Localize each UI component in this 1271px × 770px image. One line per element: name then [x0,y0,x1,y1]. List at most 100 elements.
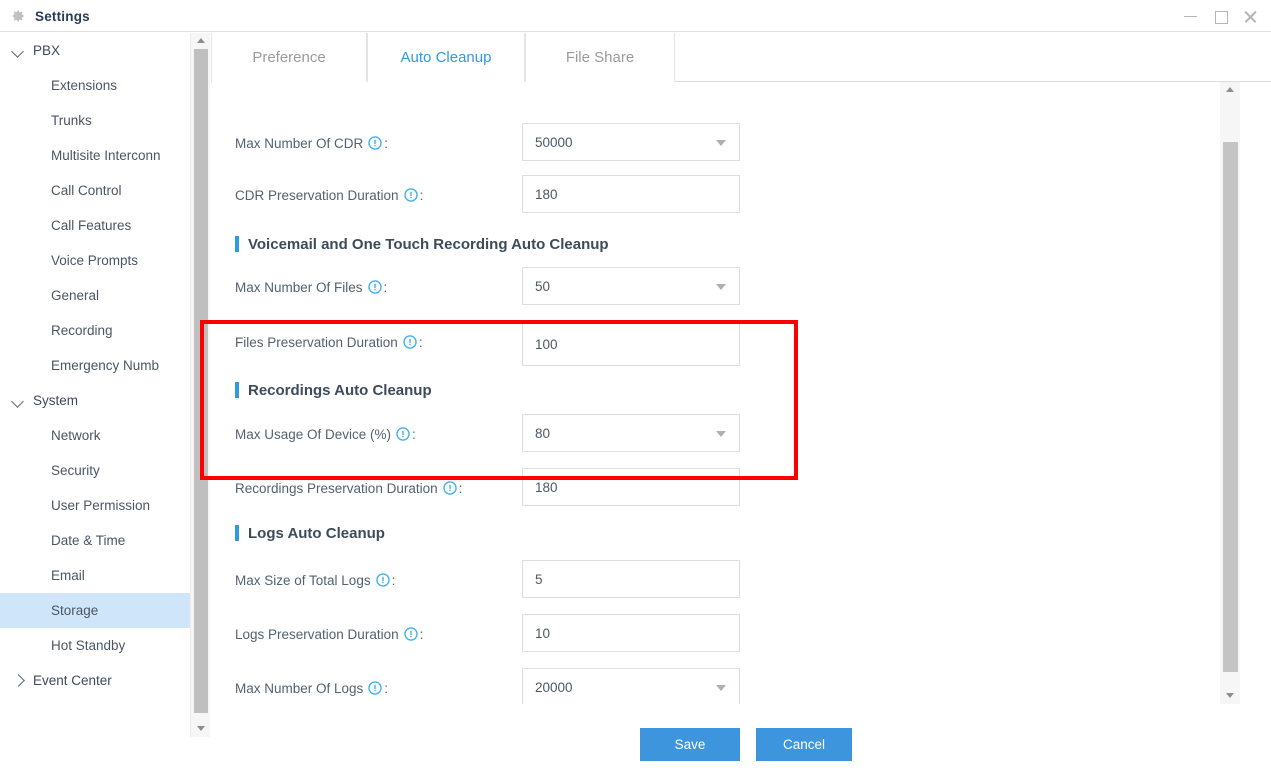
sidebar-item-label: Extensions [51,78,118,93]
sidebar-item-call-features[interactable]: Call Features [0,208,190,243]
triangle-down-icon [1226,693,1234,698]
sidebar-item-general[interactable]: General [0,278,190,313]
chevron-down-icon [12,394,26,408]
field-value: 100 [535,336,558,352]
sidebar-item-date-time[interactable]: Date & Time [0,523,190,558]
recordings-preservation-duration-input[interactable]: 180 [522,468,740,506]
max-number-of-cdr-select[interactable]: 50000 [522,123,740,161]
info-icon[interactable] [403,335,417,349]
field-label: Max Size of Total Logs : [235,560,395,600]
maximize-icon[interactable] [1214,10,1228,24]
field-label-colon: : [384,680,389,696]
max-usage-of-device-select[interactable]: 80 [522,414,740,452]
sidebar-scroll-thumb[interactable] [194,49,208,713]
sidebar-item-user-permission[interactable]: User Permission [0,488,190,523]
info-icon[interactable] [367,280,382,294]
cdr-preservation-duration-input[interactable]: 180 [522,175,740,213]
sidebar-group-event-center[interactable]: Event Center [0,663,190,698]
field-value: 50 [535,278,551,294]
field-label-text: CDR Preservation Duration [235,187,399,203]
sidebar-item-label: Trunks [51,113,92,128]
content-scrollbar[interactable] [1220,82,1240,704]
info-icon[interactable] [442,481,457,495]
sidebar-group-label: System [33,393,79,408]
logs-preservation-duration-input[interactable]: 10 [522,614,740,652]
sidebar-item-storage[interactable]: Storage [0,593,190,628]
tab-preference[interactable]: Preference [211,33,367,82]
field-label-text: Logs Preservation Duration [235,626,399,642]
sidebar-item-call-control[interactable]: Call Control [0,173,190,208]
triangle-down-icon [197,726,205,731]
sidebar-item-security[interactable]: Security [0,453,190,488]
sidebar-item-multisite-interconnect[interactable]: Multisite Interconn [0,138,190,173]
section-recordings-auto-cleanup: Recordings Auto Cleanup [235,375,432,405]
field-value: 180 [535,186,558,202]
max-number-of-logs-select[interactable]: 20000 [522,668,740,704]
field-label: Max Usage Of Device (%) : [235,414,416,454]
field-label-text: Max Number Of Files [235,279,363,295]
sidebar-navigation[interactable]: PBX Extensions Trunks Multisite Intercon… [0,33,190,737]
minimize-icon[interactable] [1184,10,1197,23]
sidebar-scroll-up-arrow[interactable] [191,33,211,49]
field-label: Files Preservation Duration : [235,322,423,362]
field-value: 20000 [535,679,573,695]
gear-icon [10,8,26,24]
field-label-colon: : [419,187,424,203]
section-accent-bar [235,236,239,252]
sidebar-item-extensions[interactable]: Extensions [0,68,190,103]
sidebar-scrollbar[interactable] [190,33,210,737]
content-scroll-down-arrow[interactable] [1220,688,1240,704]
info-icon[interactable] [368,681,383,695]
max-number-of-files-select[interactable]: 50 [522,267,740,305]
sidebar-item-network[interactable]: Network [0,418,190,453]
section-voicemail-auto-cleanup: Voicemail and One Touch Recording Auto C… [235,229,609,259]
sidebar-group-label: PBX [33,43,61,58]
field-label-text: Files Preservation Duration [235,334,398,350]
content-scroll-thumb[interactable] [1223,142,1238,672]
sidebar-group-pbx[interactable]: PBX [0,33,190,68]
field-label-text: Max Number Of CDR [235,135,364,151]
info-icon[interactable] [375,573,390,587]
field-value: 80 [535,425,551,441]
sidebar-item-voice-prompts[interactable]: Voice Prompts [0,243,190,278]
sidebar-scroll-down-arrow[interactable] [191,721,211,737]
info-icon[interactable] [403,627,418,641]
content-scroll-up-arrow[interactable] [1220,82,1240,98]
save-button[interactable]: Save [640,728,740,761]
section-title: Voicemail and One Touch Recording Auto C… [248,235,609,253]
close-icon[interactable] [1244,10,1257,23]
field-label: Logs Preservation Duration : [235,614,423,654]
section-accent-bar [235,525,239,541]
sidebar-item-label: Multisite Interconn [51,148,161,163]
tab-file-share[interactable]: File Share [525,33,675,82]
field-label-colon: : [383,279,388,295]
sidebar-item-label: Voice Prompts [51,253,139,268]
chevron-down-icon [716,431,726,437]
tab-label: File Share [565,49,635,66]
window-title-bar: Settings [0,0,1271,32]
info-icon[interactable] [403,188,418,202]
tab-auto-cleanup[interactable]: Auto Cleanup [367,33,525,82]
cancel-button[interactable]: Cancel [756,728,852,761]
tab-bar: Preference Auto Cleanup File Share [211,33,1271,82]
sidebar-item-label: Emergency Numb [51,358,160,373]
info-icon[interactable] [396,427,410,441]
sidebar-item-recording[interactable]: Recording [0,313,190,348]
files-preservation-duration-input[interactable]: 100 [522,322,740,366]
max-size-of-total-logs-input[interactable]: 5 [522,560,740,598]
info-icon[interactable] [368,136,383,150]
title-bar-left: Settings [10,0,90,32]
chevron-down-icon [12,44,26,58]
field-value: 50000 [535,134,573,150]
sidebar-item-emergency-number[interactable]: Emergency Numb [0,348,190,383]
field-label-colon: : [419,626,424,642]
sidebar-item-email[interactable]: Email [0,558,190,593]
sidebar-item-trunks[interactable]: Trunks [0,103,190,138]
sidebar-item-label: Date & Time [51,533,126,548]
sidebar-item-hot-standby[interactable]: Hot Standby [0,628,190,663]
field-label: CDR Preservation Duration : [235,175,423,215]
field-value: 180 [535,479,558,495]
sidebar-group-system[interactable]: System [0,383,190,418]
sidebar-item-label: Storage [51,603,99,618]
sidebar-item-label: User Permission [51,498,151,513]
